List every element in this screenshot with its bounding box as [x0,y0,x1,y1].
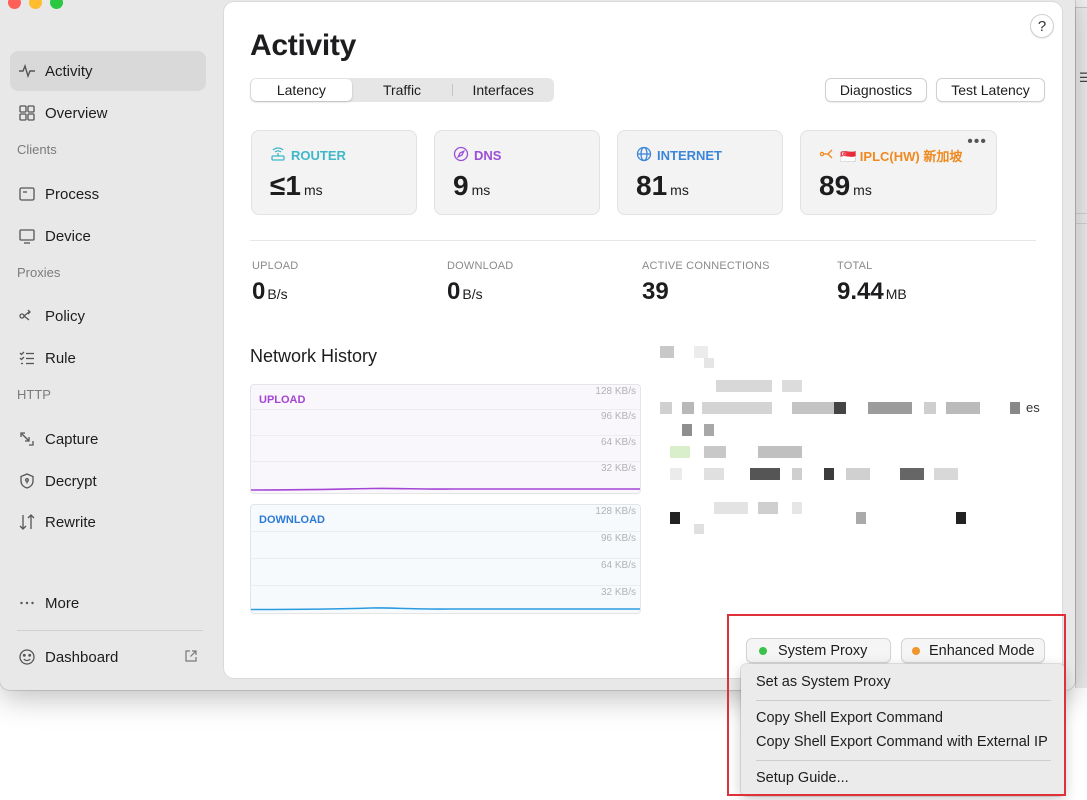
sidebar-item-label: Capture [45,430,99,448]
section-divider [250,240,1036,241]
tick-label: 128 KB/s [595,386,636,397]
card-value: 9 ms [453,170,491,201]
tab-latency[interactable]: Latency [251,79,352,101]
redacted-info: es [656,342,1046,542]
help-button[interactable]: ? [1030,14,1054,38]
sidebar-item-process[interactable]: Process [10,174,206,214]
highlight-box [727,614,1066,796]
main-window: Activity Overview Clients Process Device… [0,0,1075,690]
sidebar-item-capture[interactable]: Capture [10,419,206,459]
more-options-icon[interactable]: ••• [967,133,987,151]
sidebar-item-overview[interactable]: Overview [10,93,206,133]
sidebar-item-label: Overview [45,104,108,122]
section-proxies: Proxies [17,265,61,280]
download-chart: DOWNLOAD 128 KB/s 96 KB/s 64 KB/s 32 KB/… [250,504,641,614]
view-tabs: Latency Traffic Interfaces [250,78,554,102]
card-label: ROUTER [270,146,346,165]
tick-label: 64 KB/s [600,560,636,571]
process-icon [18,185,36,203]
activity-icon [18,62,36,80]
download-series-line [251,607,640,611]
card-value: ≤1 ms [270,170,323,201]
card-value: 81 ms [636,170,689,201]
stat-active-connections: ACTIVE CONNECTIONS 39 [642,260,770,305]
list-icon: ☰ [1079,70,1087,85]
test-latency-button[interactable]: Test Latency [936,78,1045,102]
monitor-icon [18,227,36,245]
sidebar-item-label: Rewrite [45,513,96,531]
tick-label: 96 KB/s [600,533,636,544]
chart-label: DOWNLOAD [259,514,325,526]
dashboard-icon [18,648,36,666]
tab-interfaces[interactable]: Interfaces [453,79,553,101]
tick-label: 96 KB/s [600,411,636,422]
network-history-title: Network History [250,346,378,366]
sidebar-item-label: Dashboard [45,648,119,666]
sidebar-item-label: Decrypt [45,472,97,490]
sidebar-item-device[interactable]: Device [10,216,206,256]
sidebar: Activity Overview Clients Process Device… [0,0,222,690]
content-panel: ? Activity Latency Traffic Interfaces Di… [224,2,1062,678]
card-label: DNS [453,146,501,165]
chart-label: UPLOAD [259,394,306,406]
sidebar-item-more[interactable]: More [10,583,206,623]
tick-label: 64 KB/s [600,437,636,448]
sidebar-divider [17,630,203,631]
policy-icon [18,307,36,325]
upload-chart: UPLOAD 128 KB/s 96 KB/s 64 KB/s 32 KB/s [250,384,641,494]
capture-icon [18,430,36,448]
router-icon [270,146,286,165]
shield-icon [18,472,36,490]
latency-card-router[interactable]: ROUTER ≤1 ms [251,130,417,215]
card-label: INTERNET [636,146,722,165]
sidebar-item-policy[interactable]: Policy [10,296,206,336]
card-label: 🇸🇬 IPLC(HW) 新加坡 [819,146,962,165]
sidebar-item-label: More [45,594,80,612]
list-icon [18,349,36,367]
compass-icon [453,146,469,165]
tick-label: 32 KB/s [600,587,636,598]
sidebar-item-label: Policy [45,307,86,325]
stat-total: TOTAL 9.44 MB [837,260,907,305]
sidebar-item-label: Process [45,185,100,203]
tick-label: 32 KB/s [600,463,636,474]
card-value: 89 ms [819,170,872,201]
sidebar-item-label: Rule [45,349,76,367]
latency-card-proxy[interactable]: ••• 🇸🇬 IPLC(HW) 新加坡 89 ms [800,130,997,215]
stat-download: DOWNLOAD 0 B/s [447,260,514,305]
ellipsis-icon [18,594,36,612]
sidebar-item-label: Device [45,227,91,245]
sidebar-item-label: Activity [45,62,93,80]
page-title: Activity [250,29,356,62]
section-http: HTTP [17,387,51,402]
external-link-icon [184,649,198,663]
latency-card-dns[interactable]: DNS 9 ms [434,130,600,215]
sidebar-item-activity[interactable]: Activity [10,51,206,91]
rewrite-icon [18,513,36,531]
stat-upload: UPLOAD 0 B/s [252,260,299,305]
sidebar-item-rewrite[interactable]: Rewrite [10,502,206,542]
sidebar-item-decrypt[interactable]: Decrypt [10,461,206,501]
diagnostics-button[interactable]: Diagnostics [825,78,927,102]
globe-icon [636,146,652,165]
latency-card-internet[interactable]: INTERNET 81 ms [617,130,783,215]
sidebar-item-dashboard[interactable]: Dashboard [10,637,206,677]
share-icon [819,146,835,165]
tab-traffic[interactable]: Traffic [352,79,453,101]
grid-icon [18,104,36,122]
background-window-right: ☰ [1075,8,1087,688]
upload-series-line [251,487,640,491]
section-clients: Clients [17,142,57,157]
tick-label: 128 KB/s [595,506,636,517]
sidebar-item-rule[interactable]: Rule [10,338,206,378]
